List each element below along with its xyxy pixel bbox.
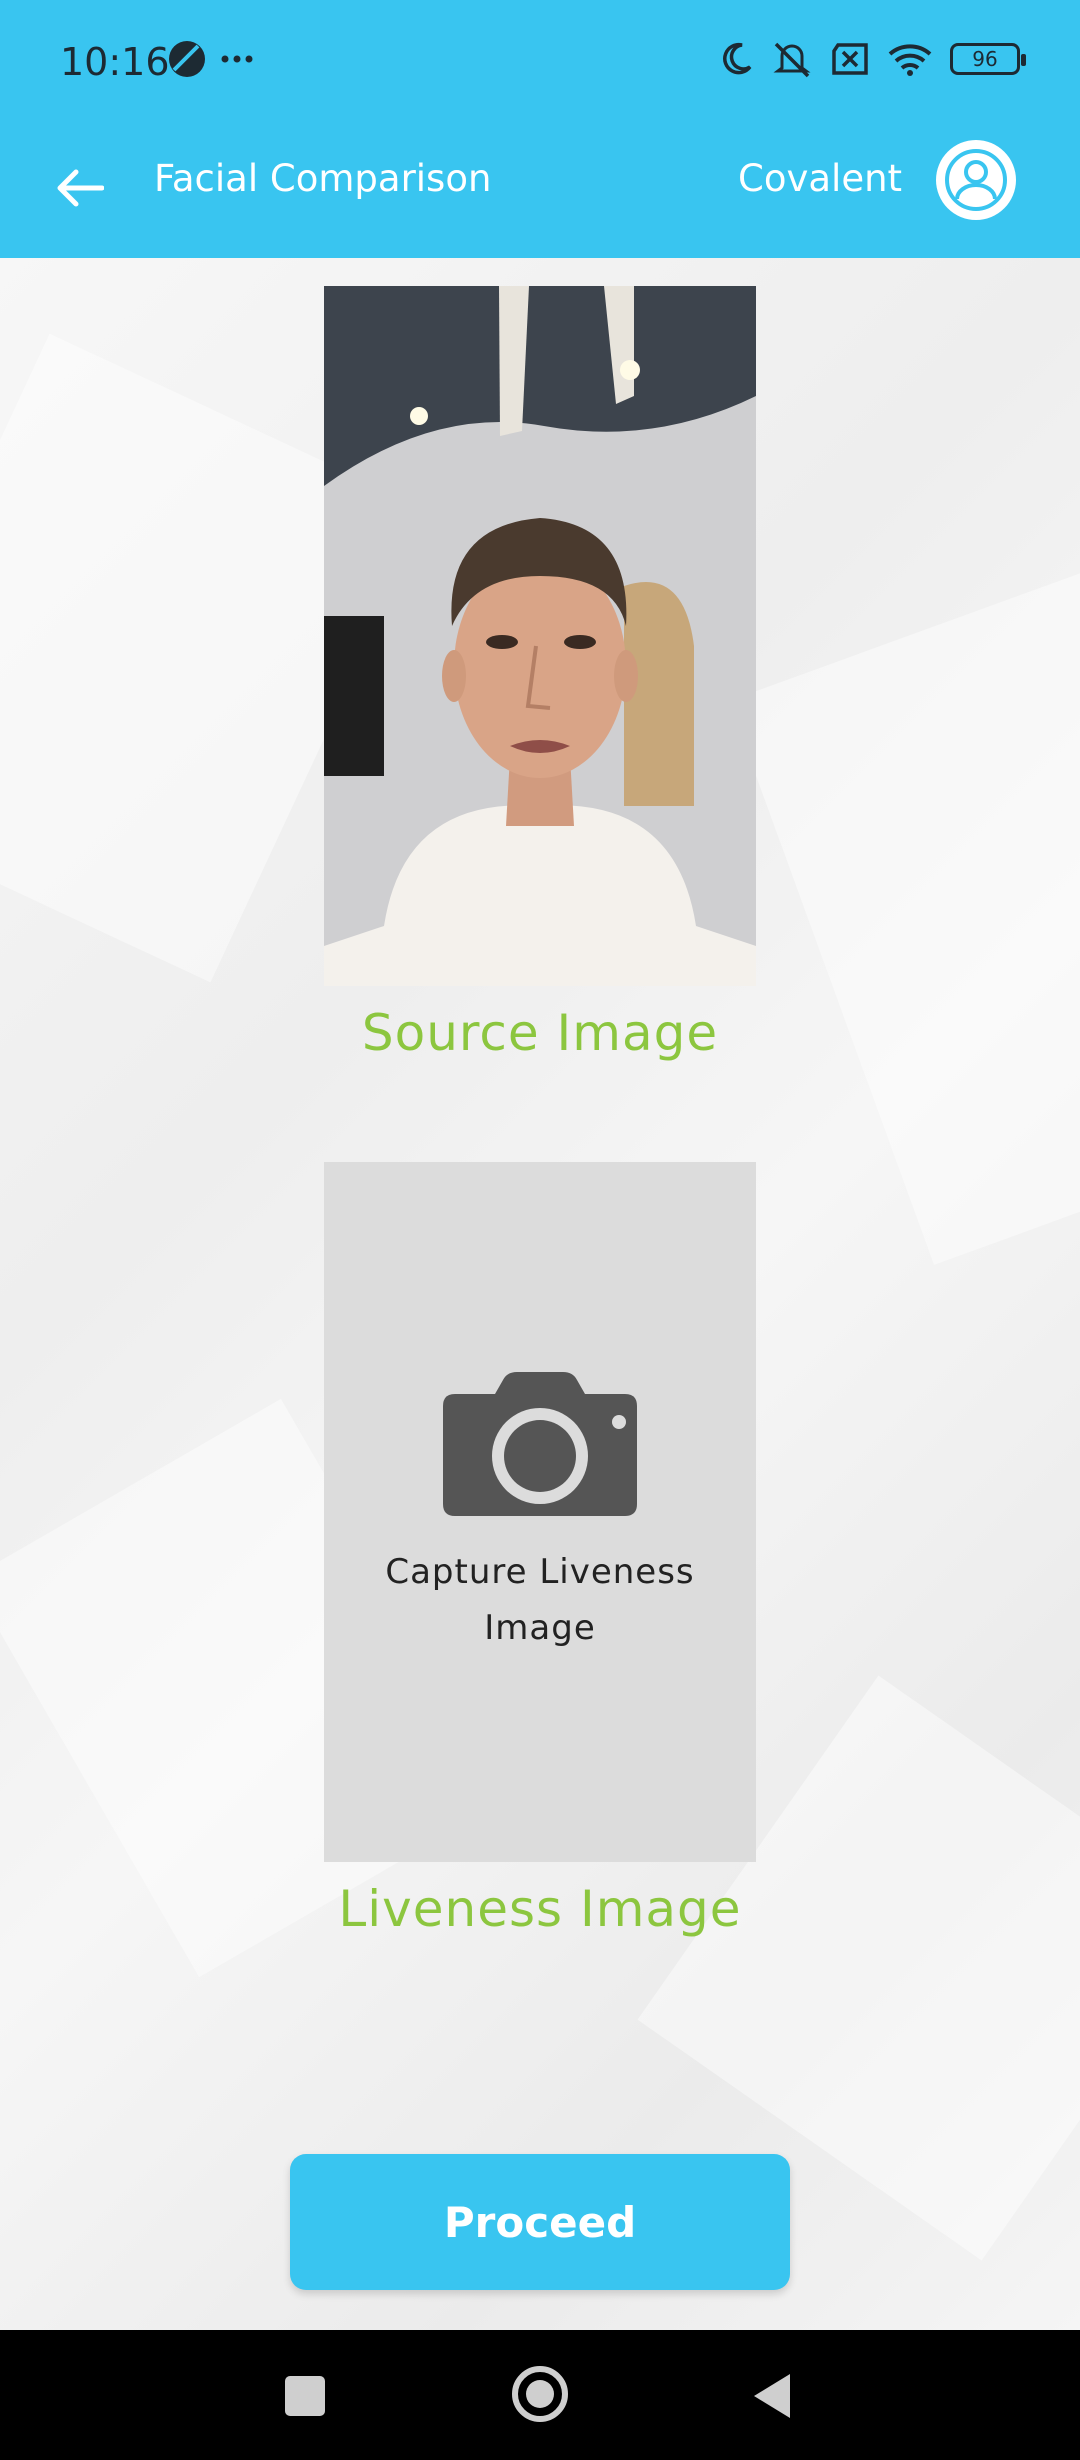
- background-pattern: [728, 571, 1080, 1265]
- app-bar: Facial Comparison Covalent: [0, 130, 1080, 258]
- status-bar: 10:16 96: [0, 0, 1080, 130]
- status-right-icons: 96: [718, 40, 1026, 78]
- recent-apps-icon[interactable]: [285, 2376, 325, 2416]
- capture-liveness-button[interactable]: Capture Liveness Image: [324, 1162, 756, 1862]
- moon-icon: [723, 42, 752, 75]
- status-time: 10:16: [60, 40, 170, 84]
- capture-text-line2: Image: [484, 1608, 596, 1648]
- sim-off-icon: [832, 43, 868, 75]
- system-nav-bar: [0, 2330, 1080, 2460]
- source-image-label: Source Image: [361, 1004, 719, 1062]
- capture-liveness-text: Capture Liveness Image: [344, 1544, 736, 1656]
- source-image[interactable]: [324, 286, 756, 986]
- capture-text-line1: Capture Liveness: [385, 1552, 695, 1592]
- back-icon[interactable]: [754, 2374, 790, 2418]
- home-icon[interactable]: [512, 2366, 568, 2422]
- battery-level: 96: [972, 47, 998, 71]
- status-left-icons: [168, 40, 254, 78]
- battery-icon: 96: [950, 43, 1026, 75]
- more-icon: [221, 55, 253, 63]
- user-icon: [945, 149, 1007, 211]
- camera-icon: [443, 1372, 637, 1516]
- liveness-image-label: Liveness Image: [338, 1880, 742, 1938]
- mute-icon: [773, 42, 811, 78]
- source-photo-illustration: [324, 286, 756, 986]
- wifi-icon: [888, 44, 932, 76]
- back-button[interactable]: [48, 156, 112, 220]
- user-name: Covalent: [738, 157, 903, 200]
- page-title: Facial Comparison: [154, 157, 492, 200]
- proceed-button[interactable]: Proceed: [290, 2154, 790, 2290]
- avatar[interactable]: [936, 140, 1016, 220]
- vpn-icon: [169, 41, 205, 77]
- main-content: Source Image Capture Liveness Image Live…: [0, 258, 1080, 2330]
- arrow-left-icon: [57, 169, 104, 207]
